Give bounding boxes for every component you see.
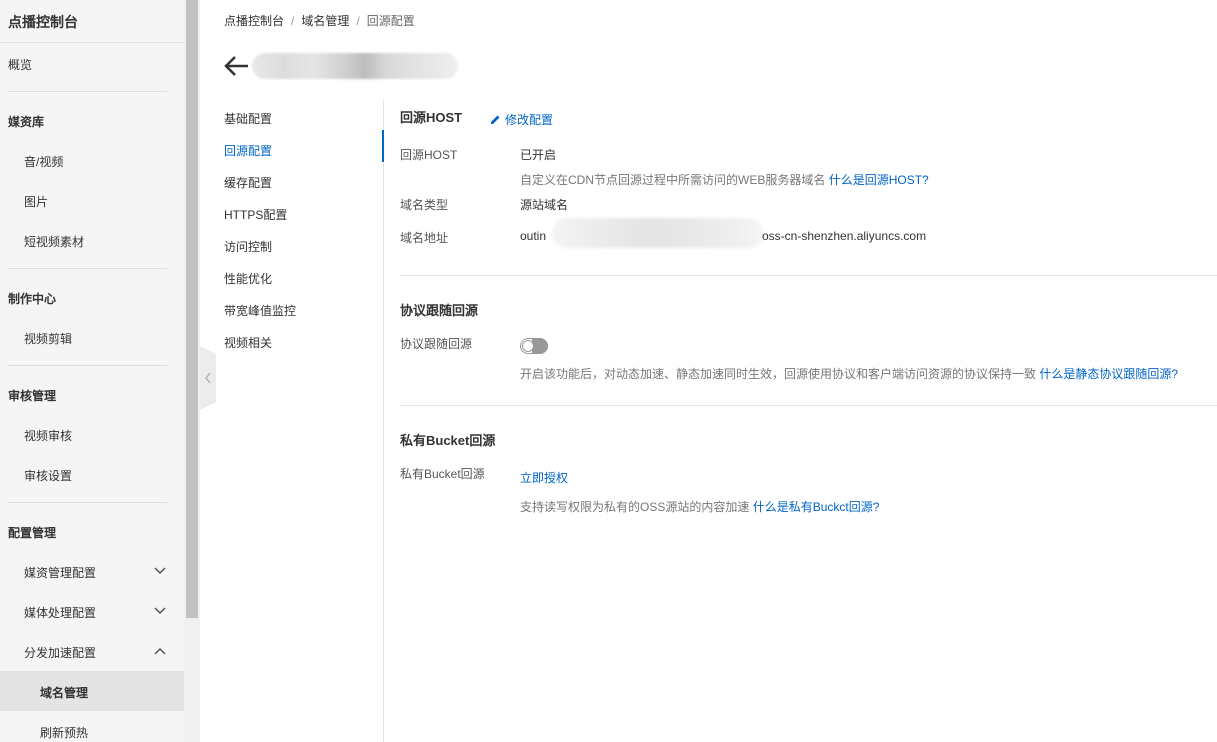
chevron-up-icon[interactable] — [153, 644, 167, 658]
sidebar-item-overview[interactable]: 概览 — [8, 56, 32, 73]
sidebar-item-video-editing[interactable]: 视频剪辑 — [24, 330, 72, 347]
protocol-follow-toggle[interactable] — [520, 338, 548, 354]
sidebar-item-processing-config[interactable]: 媒体处理配置 — [24, 604, 96, 621]
sidebar-item-domain-management[interactable] — [0, 671, 184, 711]
divider — [8, 91, 167, 92]
divider — [8, 502, 167, 503]
subnav-active-indicator — [382, 130, 384, 162]
chevron-left-icon[interactable] — [202, 370, 214, 386]
edit-config-button[interactable]: 修改配置 — [490, 111, 553, 128]
section-title-private-bucket: 私有Bucket回源 — [400, 433, 496, 448]
chevron-down-icon[interactable] — [153, 604, 167, 618]
sidebar-item-media-config[interactable]: 媒资管理配置 — [24, 564, 96, 581]
field-label-protocol-follow: 协议跟随回源 — [400, 337, 473, 351]
private-bucket-hint: 支持读写权限为私有的OSS源站的内容加速 什么是私有Buckct回源? — [520, 498, 879, 515]
hint-text: 开启该功能后，对动态加速、静态加速同时生效，回源使用协议和客户端访问资源的协议保… — [520, 367, 1037, 381]
sidebar-item-short-video-material[interactable]: 短视频素材 — [24, 233, 84, 250]
field-label-domain-type: 域名类型 — [400, 198, 449, 212]
domain-title-redacted — [252, 53, 458, 79]
protocol-follow-help-link[interactable]: 什么是静态协议跟随回源? — [1039, 367, 1178, 381]
hint-text: 支持读写权限为私有的OSS源站的内容加速 — [520, 500, 750, 514]
subnav-divider — [383, 99, 384, 742]
domain-address-prefix: outin — [520, 229, 547, 243]
field-label-private-bucket: 私有Bucket回源 — [400, 467, 485, 481]
field-label-origin-host: 回源HOST — [400, 148, 458, 162]
breadcrumb-item-current: 回源配置 — [366, 14, 415, 28]
origin-host-status: 已开启 — [520, 148, 557, 162]
origin-host-hint: 自定义在CDN节点回源过程中所需访问的WEB服务器域名 什么是回源HOST? — [520, 171, 929, 188]
back-arrow-icon[interactable] — [222, 54, 250, 78]
hint-text: 自定义在CDN节点回源过程中所需访问的WEB服务器域名 — [520, 173, 826, 187]
chevron-down-icon[interactable] — [153, 564, 167, 578]
field-label-domain-address: 域名地址 — [400, 231, 449, 245]
sidebar-group-review: 审核管理 — [8, 389, 57, 403]
section-title-origin-host: 回源HOST — [400, 110, 463, 125]
edit-icon — [491, 115, 500, 124]
breadcrumb-item-domain[interactable]: 域名管理 — [301, 14, 349, 28]
sidebar-group-production: 制作中心 — [8, 292, 57, 306]
breadcrumb: 点播控制台 / 域名管理 / 回源配置 — [224, 14, 415, 28]
domain-address-redacted — [552, 218, 764, 248]
divider — [8, 268, 167, 269]
section-divider — [400, 275, 1217, 276]
tab-video-related[interactable]: 视频相关 — [224, 334, 272, 351]
sidebar-item-audio-video[interactable]: 音/视频 — [24, 153, 63, 170]
tab-bandwidth-monitor[interactable]: 带宽峰值监控 — [224, 302, 296, 319]
section-title-protocol-follow: 协议跟随回源 — [400, 303, 479, 318]
section-divider — [400, 405, 1217, 406]
toggle-knob — [522, 340, 534, 352]
origin-host-help-link[interactable]: 什么是回源HOST? — [829, 173, 929, 187]
private-bucket-help-link[interactable]: 什么是私有Buckct回源? — [753, 500, 880, 514]
protocol-follow-hint: 开启该功能后，对动态加速、静态加速同时生效，回源使用协议和客户端访问资源的协议保… — [520, 365, 1178, 382]
tab-access-control[interactable]: 访问控制 — [224, 238, 272, 255]
breadcrumb-item-console[interactable]: 点播控制台 — [224, 14, 284, 28]
divider — [8, 365, 167, 366]
tab-https-config[interactable]: HTTPS配置 — [224, 206, 287, 223]
domain-address-suffix: oss-cn-shenzhen.aliyuncs.com — [762, 229, 927, 243]
scrollbar-thumb[interactable] — [186, 0, 198, 618]
authorize-now-link[interactable]: 立即授权 — [520, 469, 568, 486]
tab-cache-config[interactable]: 缓存配置 — [224, 174, 272, 191]
sidebar-group-config: 配置管理 — [8, 526, 57, 540]
sidebar-item-refresh-preload[interactable]: 刷新预热 — [40, 724, 88, 741]
tab-performance[interactable]: 性能优化 — [224, 270, 272, 287]
sidebar-item-label: 域名管理 — [40, 686, 89, 700]
domain-type-value: 源站域名 — [520, 198, 569, 212]
sidebar-group-media-library: 媒资库 — [8, 115, 45, 129]
sidebar: 点播控制台 概览 媒资库 音/视频 图片 短视频素材 制作中心 视频剪辑 审核管… — [0, 0, 184, 742]
sidebar-item-video-review[interactable]: 视频审核 — [24, 427, 72, 444]
tab-basic-config[interactable]: 基础配置 — [224, 110, 272, 127]
sidebar-item-distribution-config[interactable]: 分发加速配置 — [24, 644, 96, 661]
tab-origin-config[interactable]: 回源配置 — [224, 142, 272, 159]
console-title: 点播控制台 — [8, 14, 78, 30]
edit-config-label: 修改配置 — [505, 113, 554, 127]
divider — [0, 42, 184, 43]
sidebar-item-images[interactable]: 图片 — [24, 193, 48, 210]
sidebar-item-review-settings[interactable]: 审核设置 — [24, 467, 72, 484]
